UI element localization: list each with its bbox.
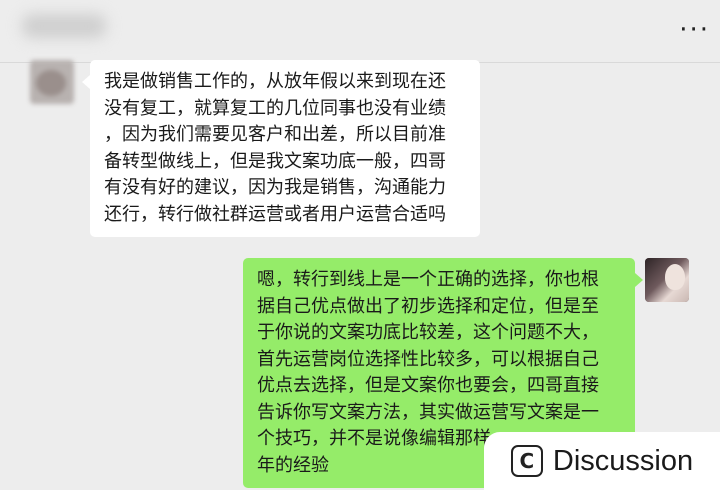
- sender-avatar[interactable]: [30, 60, 74, 104]
- chat-title-blurred: [22, 14, 106, 38]
- more-dots-icon[interactable]: ···: [679, 17, 710, 43]
- self-avatar[interactable]: [645, 258, 689, 302]
- chat-header: ···: [0, 0, 720, 63]
- message-line: 嗯，转行到线上是一个正确的选择，你也根: [257, 269, 599, 290]
- message-line: 首先运营岗位选择性比较多，可以根据自己: [257, 348, 599, 370]
- discussion-watermark: C Discussion: [484, 432, 720, 490]
- message-line: 备转型做线上，但是我文案功底一般，四哥: [104, 150, 446, 172]
- discussion-logo-icon: C: [510, 445, 543, 477]
- message-line: 据自己优点做出了初步选择和定位，但是至: [257, 295, 599, 317]
- message-line: 于你说的文案功底比较差，这个问题不大，: [257, 322, 599, 343]
- message-line: 优点去选择，但是文案你也要会，四哥直接: [257, 375, 599, 396]
- message-line: 有没有好的建议，因为我是销售，沟通能力: [104, 177, 446, 198]
- message-line: 还行，转行做社群运营或者用户运营合适吗: [104, 203, 446, 225]
- avatar-face: [665, 264, 685, 290]
- watermark-text: Discussion: [552, 444, 694, 477]
- incoming-message-bubble[interactable]: 我是做销售工作的，从放年假以来到现在还 没有复工，就算复工的几位同事也没有业绩 …: [82, 60, 480, 237]
- message-line: 我是做销售工作的，从放年假以来到现在还: [104, 71, 446, 92]
- message-line: ，因为我们需要见客户和出差，所以目前准: [104, 124, 446, 145]
- message-line: 没有复工，就算复工的几位同事也没有业绩: [104, 97, 446, 119]
- message-line: 告诉你写文案方法，其实做运营写文案是一: [257, 401, 599, 423]
